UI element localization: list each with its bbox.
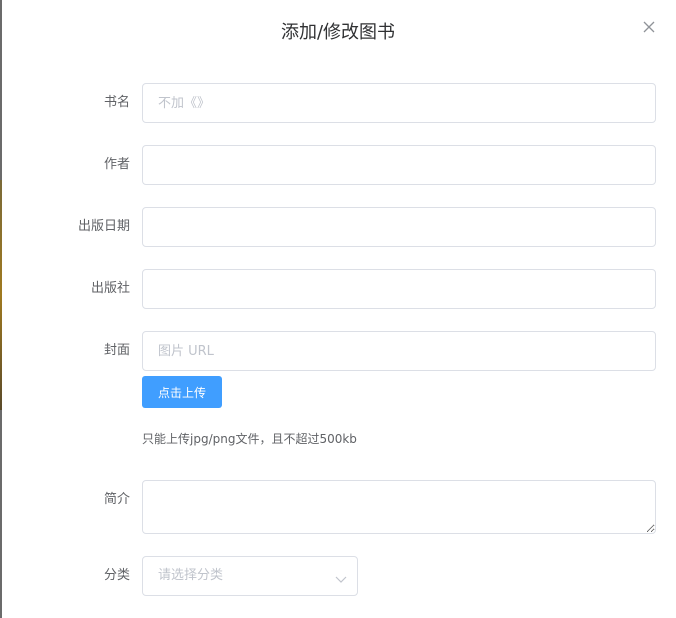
dialog-title: 添加/修改图书: [280, 22, 396, 43]
author-input[interactable]: [142, 145, 656, 185]
cover-label: 封面: [103, 343, 130, 358]
category-placeholder: 请选择分类: [158, 568, 224, 583]
author-label: 作者: [103, 157, 130, 172]
upload-button[interactable]: 点击上传: [142, 376, 222, 408]
book-title-label: 书名: [103, 95, 130, 110]
cover-url-input[interactable]: [142, 331, 656, 371]
publish-date-input[interactable]: [142, 207, 656, 247]
book-title-input[interactable]: [142, 83, 656, 123]
press-input[interactable]: [142, 269, 656, 309]
category-select[interactable]: 请选择分类: [142, 556, 358, 596]
category-label: 分类: [103, 568, 130, 583]
upload-tip: 只能上传jpg/png文件，且不超过500kb: [142, 432, 357, 446]
abstract-label: 简介: [103, 492, 130, 507]
press-label: 出版社: [90, 281, 130, 296]
chevron-down-icon: [335, 570, 347, 583]
publish-date-label: 出版日期: [77, 219, 130, 234]
abstract-textarea[interactable]: [142, 480, 656, 534]
close-icon[interactable]: [640, 18, 658, 36]
